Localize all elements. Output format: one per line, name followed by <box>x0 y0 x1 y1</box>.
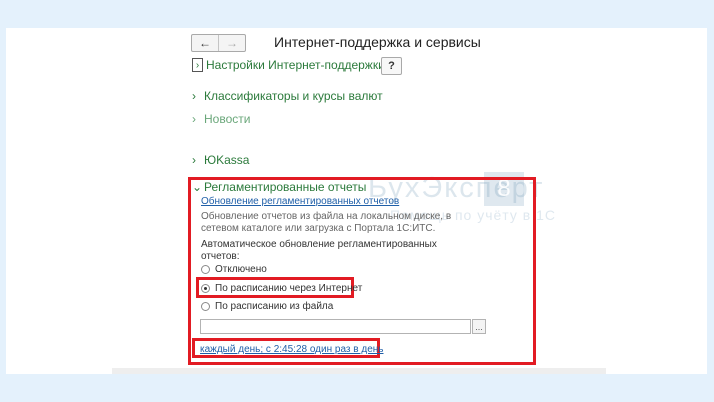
auto-update-label: Автоматическое обновление регламентирова… <box>201 239 437 262</box>
schedule-link[interactable]: каждый день; с 2:45:28 один раз в день <box>200 344 384 355</box>
file-path-input[interactable] <box>200 319 471 334</box>
group-reports-label: Регламентированные отчеты <box>204 180 367 194</box>
panel-bottom-strip <box>112 368 606 374</box>
group-settings-label: Настройки Интернет-поддержки <box>206 58 385 72</box>
radio-button[interactable] <box>201 265 210 274</box>
forward-arrow-icon[interactable]: → <box>219 35 245 51</box>
chevron-right-icon: › <box>192 58 203 72</box>
navigation-buttons: ← → <box>191 34 246 52</box>
back-arrow-icon[interactable]: ← <box>192 35 219 51</box>
radio-button[interactable] <box>201 302 210 311</box>
page-title: Интернет-поддержка и сервисы <box>274 34 481 50</box>
radio-option-internet[interactable]: По расписанию через Интернет <box>201 283 362 294</box>
update-description: Обновление отчетов из файла на локальном… <box>201 211 452 234</box>
chevron-right-icon: › <box>192 153 196 167</box>
help-button[interactable]: ? <box>381 57 402 75</box>
browse-button[interactable]: ... <box>472 319 486 334</box>
group-settings[interactable]: › Настройки Интернет-поддержки <box>192 58 385 72</box>
radio-option-label: Отключено <box>215 264 267 275</box>
radio-option-label: По расписанию из файла <box>215 301 334 312</box>
group-reports[interactable]: ⌄ Регламентированные отчеты <box>192 180 366 194</box>
radio-option-disabled[interactable]: Отключено <box>201 264 267 275</box>
chevron-right-icon: › <box>192 112 196 126</box>
group-classifiers[interactable]: › Классификаторы и курсы валют <box>192 89 383 103</box>
group-yukassa[interactable]: › ЮKassa <box>192 153 249 167</box>
update-reports-link[interactable]: Обновление регламентированных отчетов <box>201 196 399 207</box>
radio-button-selected[interactable] <box>201 284 210 293</box>
radio-option-file[interactable]: По расписанию из файла <box>201 301 333 312</box>
group-news[interactable]: › Новости <box>192 112 250 126</box>
chevron-down-icon: ⌄ <box>192 180 203 194</box>
group-news-label: Новости <box>204 112 251 126</box>
group-yukassa-label: ЮKassa <box>204 153 250 167</box>
group-classifiers-label: Классификаторы и курсы валют <box>204 89 383 103</box>
chevron-right-icon: › <box>192 89 196 103</box>
radio-option-label: По расписанию через Интернет <box>215 283 363 294</box>
